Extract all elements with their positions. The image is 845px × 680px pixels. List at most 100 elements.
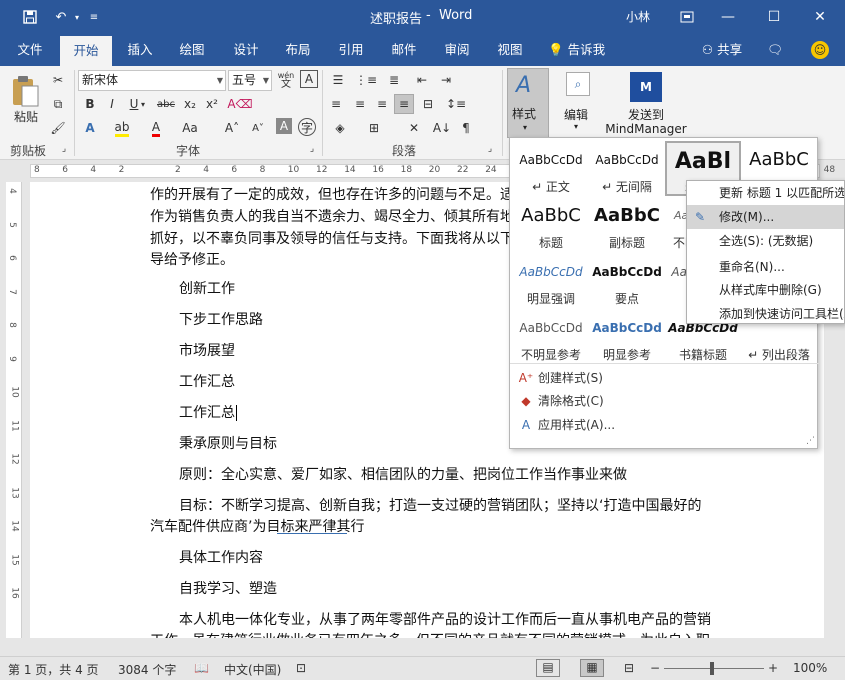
clipboard-launcher-icon[interactable]: ⌟ [58,142,70,156]
undo-dropdown-icon[interactable]: ▾ [72,7,82,27]
paragraph-launcher-icon[interactable]: ⌟ [484,142,496,156]
enclose-char-icon[interactable]: 字 [298,118,316,136]
bullets-icon[interactable]: ☰ [328,70,348,90]
tab-home[interactable]: 开始 [60,36,112,66]
font-name-combo[interactable]: 新宋体 ▼ [78,70,226,91]
char-border-icon[interactable]: A [300,70,318,88]
language[interactable]: 中文(中国) [224,661,281,678]
increase-indent-icon[interactable]: ⇥ [436,70,456,90]
style-item[interactable]: AaBbCcDd 明显强调 [513,253,589,308]
macro-icon[interactable]: ⊡ [296,661,306,675]
zoom-in-icon[interactable]: + [768,661,778,675]
word-count[interactable]: 3084 个字 [118,661,176,678]
tab-design[interactable]: 设计 [224,34,268,66]
align-right-icon[interactable]: ≡ [372,94,392,114]
minimize-button[interactable]: — [705,0,751,34]
close-button[interactable]: ✕ [797,0,843,34]
customize-toolbar-icon[interactable]: ≡ [88,7,100,27]
apply-styles-command[interactable]: A 应用样式(A)... [514,414,814,436]
style-item[interactable]: AaBbC 标题 [513,197,589,252]
line-spacing-icon[interactable]: ↕≡ [446,94,466,114]
chinese-layout-icon[interactable]: ✕ [404,118,424,138]
ctx-rename[interactable]: 重命名(N)... [687,255,844,279]
tab-references[interactable]: 引用 [329,34,373,66]
align-center-icon[interactable]: ≡ [350,94,370,114]
highlight-icon[interactable]: ab [112,118,132,138]
comments-icon[interactable]: 🗨 [762,34,788,66]
read-mode-icon[interactable]: ▤ [536,659,560,677]
paste-icon[interactable] [10,74,42,108]
zoom-thumb[interactable] [710,662,714,675]
zoom-out-icon[interactable]: − [650,661,660,675]
tell-me-box[interactable]: 💡 告诉我 [548,34,610,66]
style-item[interactable]: AaBbC 副标题 [589,197,665,252]
tab-mailings[interactable]: 邮件 [382,34,426,66]
shading-icon[interactable]: ◈ [330,118,350,138]
paste-label[interactable]: 粘贴 [10,108,42,125]
justify-icon[interactable]: ≡ [394,94,414,114]
maximize-button[interactable]: ☐ [751,0,797,34]
undo-icon[interactable]: ↶ [50,7,72,27]
superscript-button[interactable]: x² [202,94,222,114]
change-case-button[interactable]: Aa [180,118,200,138]
save-icon[interactable] [20,7,40,27]
phonetic-guide-icon[interactable]: wén 文 [276,70,296,90]
tab-draw[interactable]: 绘图 [170,34,214,66]
ctx-update-style[interactable]: 更新 标题 1 以匹配所选内容 [687,181,844,205]
zoom-level[interactable]: 100% [793,661,827,675]
numbering-icon[interactable]: ⋮≡ [355,70,377,90]
char-shading-icon[interactable]: A [276,118,292,134]
sort-icon[interactable]: A↓ [432,118,452,138]
web-layout-icon[interactable]: ⊟ [624,661,634,675]
create-style-command[interactable]: A⁺ 创建样式(S) [514,367,814,389]
cut-icon[interactable]: ✂ [48,70,68,90]
style-item[interactable]: AaBbCcDd 明显参考 [589,309,665,364]
text-effects-icon[interactable]: A [80,118,100,138]
ctx-modify[interactable]: ✎ 修改(M)... [687,205,844,229]
ribbon-display-icon[interactable] [664,0,710,34]
tab-insert[interactable]: 插入 [118,34,162,66]
show-marks-icon[interactable]: ¶ [456,118,476,138]
format-painter-icon[interactable]: 🖌 [48,118,68,138]
multilevel-list-icon[interactable]: ≣ [384,70,404,90]
smiley-icon[interactable]: ☺ [806,34,834,66]
shrink-font-icon[interactable]: A˅ [248,118,268,138]
chevron-down-icon[interactable]: ▾ [138,94,148,114]
font-launcher-icon[interactable]: ⌟ [306,142,318,156]
font-color-icon[interactable]: A [146,118,166,138]
resize-grip-icon[interactable]: ⋰ [806,436,815,446]
tab-file[interactable]: 文件 [8,34,52,66]
ctx-add-to-qat[interactable]: 添加到快速访问工具栏(A) [687,302,844,323]
tab-review[interactable]: 审阅 [435,34,479,66]
tab-layout[interactable]: 布局 [276,34,320,66]
align-left-icon[interactable]: ≡ [326,94,346,114]
subscript-button[interactable]: x₂ [180,94,200,114]
page-count[interactable]: 第 1 页，共 4 页 [8,661,99,678]
borders-icon[interactable]: ⊞ [364,118,384,138]
share-button[interactable]: ⚇ 共享 [696,34,748,66]
clear-formatting-icon[interactable]: A⌫ [227,94,252,114]
send-to-mindmanager-button[interactable]: M 发送到 MindManager [604,70,688,140]
style-item[interactable]: AaBbCcDd 要点 [589,253,665,308]
proofing-icon[interactable]: 📖 [194,661,209,675]
font-size-combo[interactable]: 五号 ▼ [228,70,272,91]
user-name[interactable]: 小林 [626,8,650,25]
bold-button[interactable]: B [80,94,100,114]
distributed-icon[interactable]: ⊟ [418,94,438,114]
styles-button[interactable]: A 样式 ▾ [507,68,549,138]
strikethrough-button[interactable]: abc [154,94,178,114]
style-item[interactable]: AaBbCcDd ↵ 无间隔 [589,141,665,196]
style-item[interactable]: AaBbCcDd ↵ 正文 [513,141,589,196]
copy-icon[interactable]: ⧉ [48,94,68,114]
clear-format-command[interactable]: ◆ 清除格式(C) [514,390,814,412]
editing-button[interactable]: ⌕ 编辑 ▾ [558,68,598,138]
decrease-indent-icon[interactable]: ⇤ [412,70,432,90]
print-layout-icon[interactable]: ▦ [580,659,604,677]
ctx-remove-from-gallery[interactable]: 从样式库中删除(G) [687,278,844,302]
grow-font-icon[interactable]: A˄ [222,118,242,138]
zoom-slider[interactable] [664,668,764,669]
italic-button[interactable]: I [102,94,122,114]
tab-view[interactable]: 视图 [488,34,532,66]
style-item[interactable]: AaBbCcDd 不明显参考 [513,309,589,364]
ctx-select-all[interactable]: 全选(S): (无数据) [687,229,844,253]
